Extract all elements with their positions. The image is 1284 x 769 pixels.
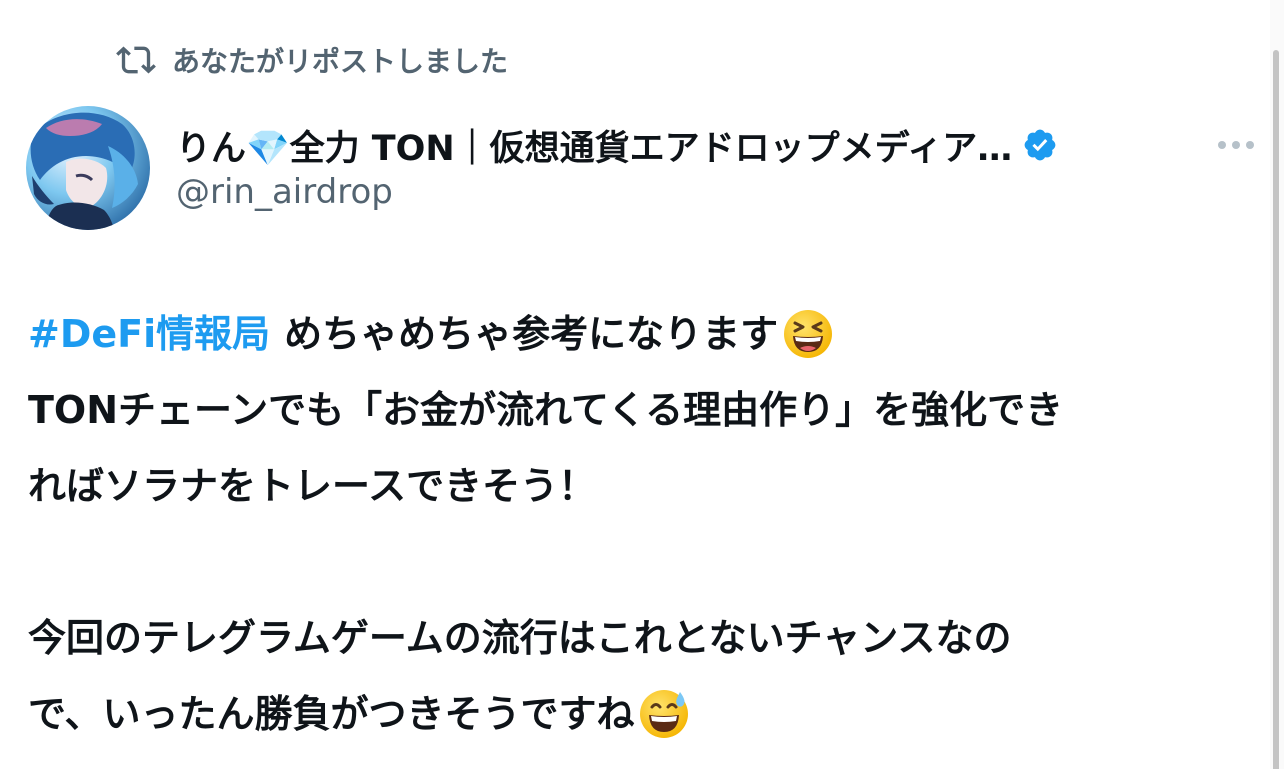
post-line-2: TONチェーンでも「お金が流れてくる理由作り」を強化でき	[28, 388, 1064, 432]
repost-icon	[114, 38, 158, 82]
post-text: #DeFi情報局 めちゃめちゃ参考になります TONチェーンでも「お金が流れてく…	[28, 296, 1256, 752]
post-line-4: 今回のテレグラムゲームの流行はこれとないチャンスなの	[28, 616, 1012, 660]
post-line-1-text: めちゃめちゃ参考になります	[284, 312, 779, 356]
repost-indicator[interactable]: あなたがリポストしました	[114, 38, 508, 82]
repost-label: あなたがリポストしました	[172, 45, 509, 78]
grinning-squinting-face-emoji-icon	[782, 308, 834, 360]
avatar[interactable]	[26, 106, 150, 230]
user-handle[interactable]: @rin_airdrop	[176, 172, 393, 212]
verified-badge-icon[interactable]	[1022, 127, 1058, 163]
display-name[interactable]: りん💎全力 TON｜仮想通貨エアドロップメディア…	[176, 120, 1012, 171]
more-options-icon[interactable]	[1212, 128, 1260, 162]
post-line-1: #DeFi情報局 めちゃめちゃ参考になります	[28, 296, 1256, 372]
post-page: あなたがリポストしました りん💎全力 TON｜仮想通貨エアドロップメディア… @…	[0, 0, 1284, 769]
post-line-3: ればソラナをトレースできそう！	[28, 464, 597, 508]
post-line-5-text: で、いったん勝負がつきそうですね	[28, 692, 635, 736]
grinning-face-with-sweat-emoji-icon	[638, 688, 690, 740]
author-header: りん💎全力 TON｜仮想通貨エアドロップメディア…	[176, 118, 1256, 172]
hashtag-link[interactable]: #DeFi情報局	[28, 296, 270, 372]
scrollbar-thumb[interactable]	[1273, 50, 1279, 769]
scrollbar[interactable]	[1270, 0, 1284, 769]
post-line-5: で、いったん勝負がつきそうですね	[28, 676, 1256, 752]
